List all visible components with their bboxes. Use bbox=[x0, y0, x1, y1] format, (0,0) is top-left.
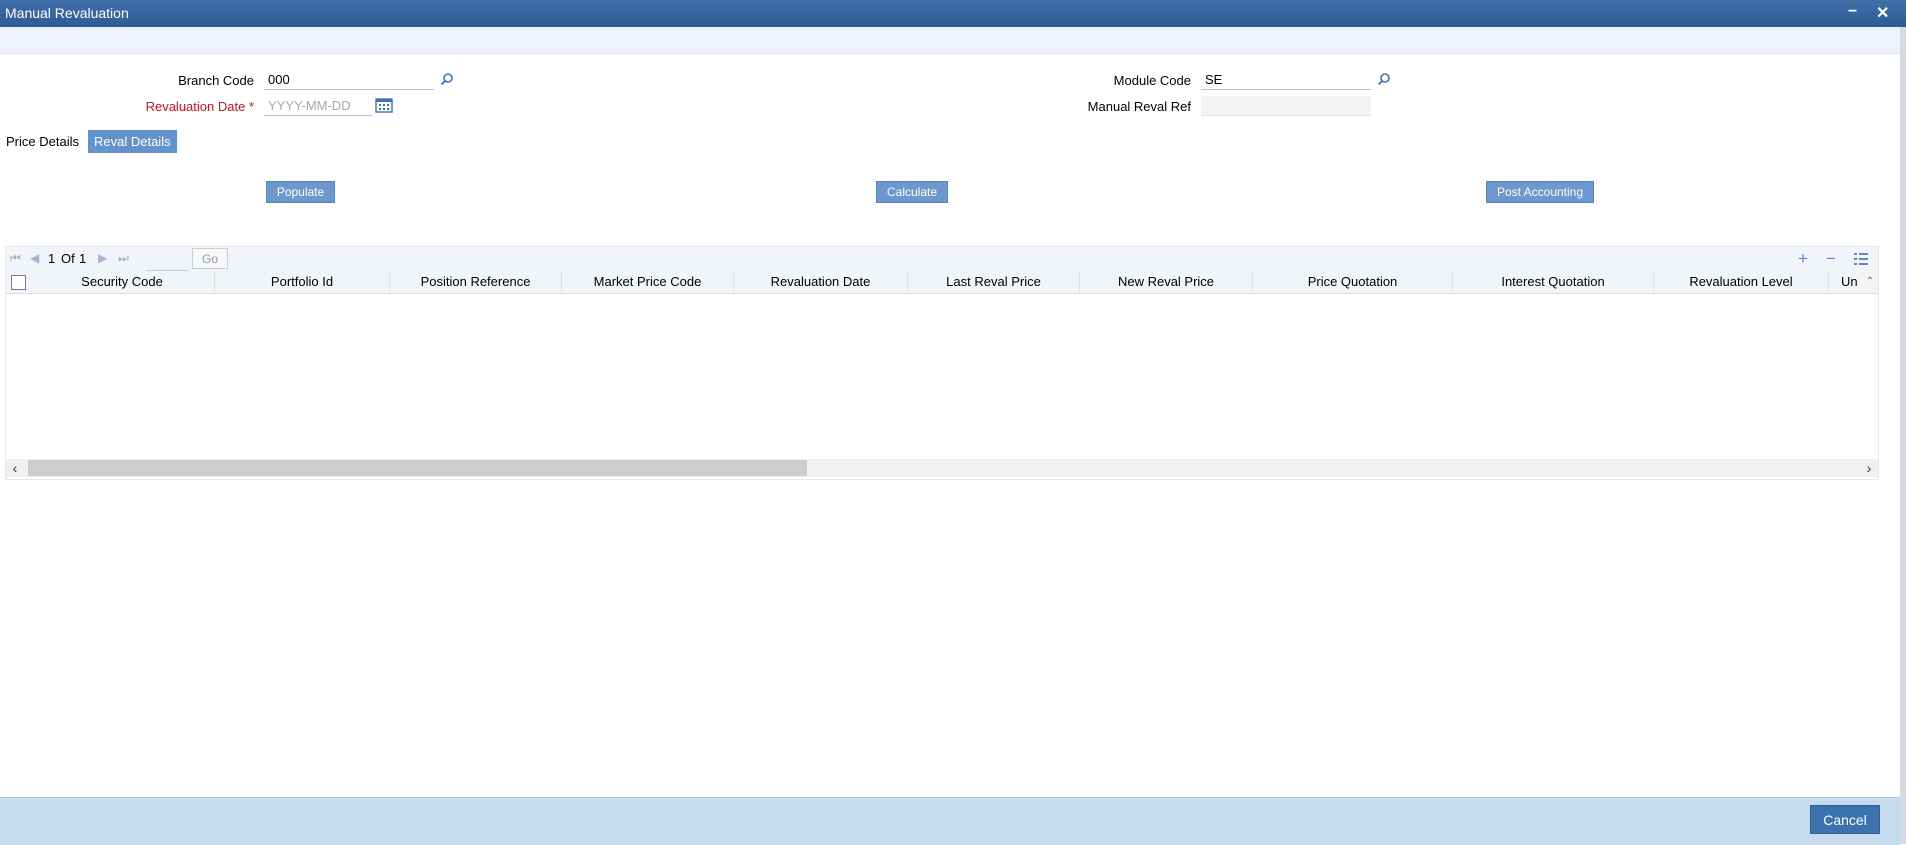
column-header-interest-quotation[interactable]: Interest Quotation bbox=[1453, 271, 1654, 293]
minimize-icon[interactable]: − bbox=[1848, 3, 1857, 21]
total-pages: 1 bbox=[79, 251, 87, 266]
module-code-lookup-magnifier-icon[interactable] bbox=[1377, 72, 1391, 86]
previous-page-icon[interactable]: ◀ bbox=[30, 251, 39, 265]
column-header-revaluation-level[interactable]: Revaluation Level bbox=[1654, 271, 1829, 293]
calendar-icon[interactable] bbox=[375, 97, 393, 113]
scroll-left-chevron-icon[interactable]: ‹ bbox=[6, 459, 24, 477]
post-accounting-button[interactable]: Post Accounting bbox=[1486, 181, 1594, 203]
reval-details-grid: ⏮ ◀ 1 Of 1 ▶ ⏭ Go + − Security Code Port… bbox=[5, 246, 1879, 480]
select-all-checkbox[interactable] bbox=[11, 275, 26, 290]
module-code-input[interactable] bbox=[1201, 70, 1371, 90]
tab-reval-details[interactable]: Reval Details bbox=[88, 130, 177, 153]
populate-button[interactable]: Populate bbox=[266, 181, 335, 203]
list-columns-icon[interactable] bbox=[1854, 252, 1868, 266]
tab-price-details[interactable]: Price Details bbox=[0, 130, 85, 153]
toolbar-strip bbox=[0, 27, 1906, 54]
window-title: Manual Revaluation bbox=[5, 5, 129, 21]
required-asterisk: * bbox=[248, 99, 254, 114]
column-header-position-reference[interactable]: Position Reference bbox=[390, 271, 562, 293]
branch-code-input[interactable] bbox=[264, 70, 434, 90]
manual-reval-ref-label: Manual Reval Ref bbox=[1087, 99, 1191, 114]
scroll-right-chevron-icon[interactable]: › bbox=[1860, 459, 1878, 477]
horizontal-scrollbar[interactable]: ‹ › bbox=[6, 459, 1878, 477]
column-header-price-quotation[interactable]: Price Quotation bbox=[1253, 271, 1453, 293]
footer-bar: Cancel bbox=[0, 797, 1900, 845]
calculate-button[interactable]: Calculate bbox=[876, 181, 948, 203]
next-page-icon[interactable]: ▶ bbox=[98, 251, 107, 265]
page-number-input[interactable] bbox=[146, 250, 188, 271]
column-header-market-price-code[interactable]: Market Price Code bbox=[562, 271, 734, 293]
branch-code-label: Branch Code bbox=[178, 73, 254, 88]
column-header-revaluation-date[interactable]: Revaluation Date bbox=[734, 271, 908, 293]
column-header-security-code[interactable]: Security Code bbox=[30, 271, 215, 293]
revaluation-date-input[interactable] bbox=[264, 96, 372, 116]
window-right-border bbox=[1900, 27, 1906, 844]
horizontal-scroll-thumb[interactable] bbox=[28, 460, 807, 476]
grid-header-row: Security Code Portfolio Id Position Refe… bbox=[6, 271, 1878, 294]
grid-pager: ⏮ ◀ 1 Of 1 ▶ ⏭ Go + − bbox=[6, 247, 1878, 271]
grid-body bbox=[6, 294, 1878, 454]
remove-row-minus-icon[interactable]: − bbox=[1826, 249, 1836, 269]
go-button[interactable]: Go bbox=[192, 248, 228, 269]
column-header-last-reval-price[interactable]: Last Reval Price bbox=[908, 271, 1080, 293]
cancel-button[interactable]: Cancel bbox=[1810, 805, 1880, 834]
last-page-icon[interactable]: ⏭ bbox=[118, 251, 129, 266]
vertical-scroll-up-icon[interactable]: ⌃ bbox=[1862, 271, 1878, 293]
manual-reval-ref-input bbox=[1201, 96, 1371, 116]
first-page-icon[interactable]: ⏮ bbox=[10, 251, 21, 266]
branch-code-lookup-magnifier-icon[interactable] bbox=[440, 72, 454, 86]
revaluation-date-label: Revaluation Date * bbox=[145, 99, 254, 114]
add-row-plus-icon[interactable]: + bbox=[1798, 249, 1808, 269]
window-title-bar: Manual Revaluation − ✕ bbox=[0, 0, 1906, 27]
column-header-portfolio-id[interactable]: Portfolio Id bbox=[215, 271, 390, 293]
module-code-label: Module Code bbox=[1113, 73, 1191, 88]
close-icon[interactable]: ✕ bbox=[1876, 3, 1889, 23]
current-page: 1 bbox=[48, 251, 56, 266]
page-of-label: Of bbox=[61, 251, 75, 266]
column-header-new-reval-price[interactable]: New Reval Price bbox=[1080, 271, 1253, 293]
